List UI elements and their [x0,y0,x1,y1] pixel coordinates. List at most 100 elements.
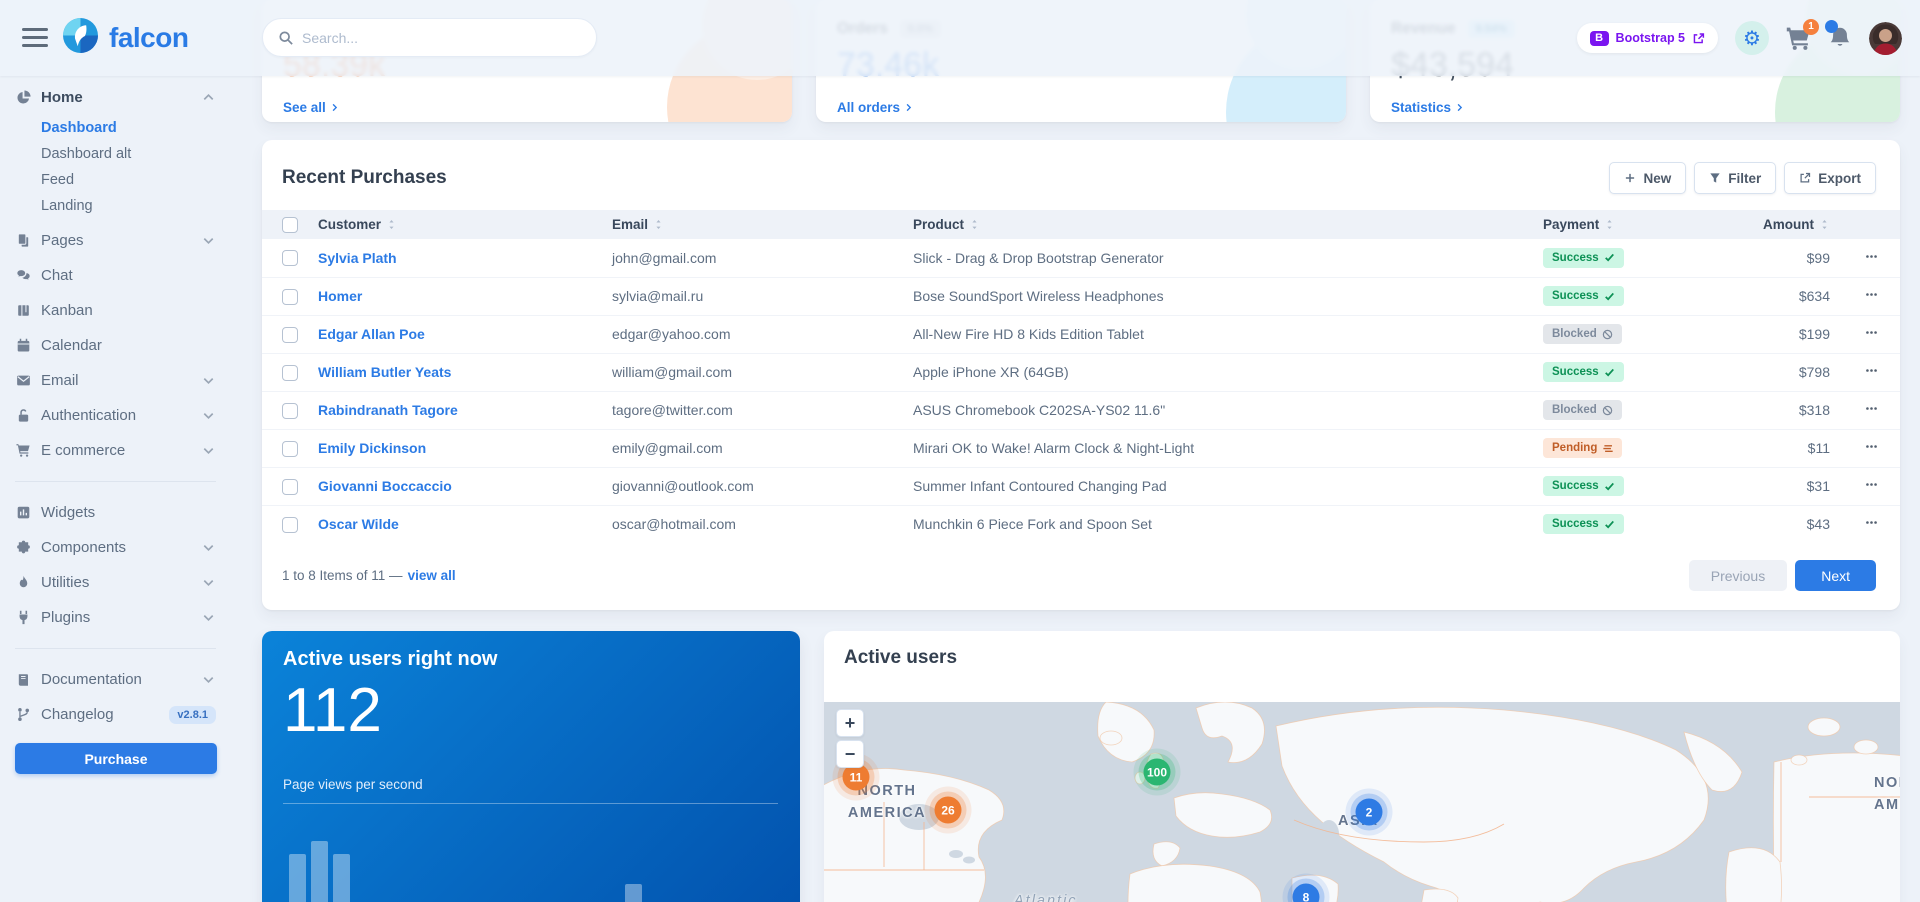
column-header-product[interactable]: Product [913,210,1543,239]
row-checkbox[interactable] [282,479,298,495]
bootstrap5-badge[interactable]: B Bootstrap 5 [1577,23,1718,53]
sidebar-item-kanban[interactable]: Kanban [0,293,230,328]
customer-link[interactable]: William Butler Yeats [318,364,451,380]
row-checkbox[interactable] [282,517,298,533]
sidebar-item-documentation[interactable]: Documentation [0,662,230,697]
customer-link[interactable]: Homer [318,288,362,304]
row-checkbox[interactable] [282,250,298,266]
row-checkbox[interactable] [282,289,298,305]
settings-gear-icon[interactable]: ⚙ [1735,21,1769,55]
stat-card-link[interactable]: See all [283,100,339,115]
payment-status-badge: Blocked [1543,324,1622,344]
export-icon [1799,172,1811,184]
previous-button[interactable]: Previous [1689,560,1787,591]
row-menu-ellipsis-icon[interactable] [1865,364,1878,377]
shopping-cart-button[interactable]: 1 [1786,26,1811,51]
order-amount: $634 [1757,277,1830,315]
sidebar-item-components[interactable]: Components [0,530,230,565]
active-users-now-card: Active users right now 112 Page views pe… [262,631,800,902]
sidebar-item-plugins[interactable]: Plugins [0,600,230,635]
sidebar-item-authentication[interactable]: Authentication [0,398,230,433]
sidebar-item-chat[interactable]: Chat [0,258,230,293]
new-button[interactable]: New [1609,162,1686,194]
ban-icon [1602,329,1613,340]
customer-link[interactable]: Emily Dickinson [318,440,426,456]
purchases-table: CustomerEmailProductPaymentAmount Sylvia… [262,210,1900,543]
customer-link[interactable]: Edgar Allan Poe [318,326,425,342]
stat-link-label: All orders [837,100,900,115]
sidebar-item-landing[interactable]: Landing [0,193,230,219]
column-header-amount[interactable]: Amount [1757,210,1830,239]
filter-button[interactable]: Filter [1694,162,1776,194]
zoom-out-button[interactable]: − [836,740,864,768]
search-icon [279,31,293,45]
stat-card-link[interactable]: All orders [837,100,913,115]
customer-link[interactable]: Sylvia Plath [318,250,397,266]
row-menu-ellipsis-icon[interactable] [1865,516,1878,529]
sidebar-item-label: Documentation [41,671,201,688]
sidebar-item-feed[interactable]: Feed [0,167,230,193]
chevron-down-icon [201,233,216,248]
payment-status-label: Success [1552,518,1599,530]
sidebar-item-dashboard[interactable]: Dashboard [0,115,230,141]
row-menu-ellipsis-icon[interactable] [1865,440,1878,453]
falcon-logo[interactable]: falcon [62,17,188,59]
column-header-email[interactable]: Email [612,210,913,239]
world-map[interactable]: + − 112610028NORTH AMERICAASIAAtlanticNO… [824,702,1900,902]
row-menu-ellipsis-icon[interactable] [1865,326,1878,339]
purchase-button[interactable]: Purchase [15,743,217,774]
row-checkbox[interactable] [282,441,298,457]
puzzle-icon [15,540,32,555]
row-menu-ellipsis-icon[interactable] [1865,402,1878,415]
row-checkbox[interactable] [282,365,298,381]
zoom-in-button[interactable]: + [836,709,864,737]
table-row: William Butler Yeatswilliam@gmail.comApp… [262,353,1900,391]
sidebar-item-email[interactable]: Email [0,363,230,398]
hamburger-menu-icon[interactable] [22,28,48,48]
pagination-summary: 1 to 8 Items of 11 — view all [282,568,459,583]
map-marker[interactable]: 100 [1144,759,1171,786]
page-views-chart [262,631,800,902]
table-row: Homersylvia@mail.ruBose SoundSport Wirel… [262,277,1900,315]
customer-email: tagore@twitter.com [612,391,913,429]
column-header-customer[interactable]: Customer [318,210,612,239]
customer-email: sylvia@mail.ru [612,277,913,315]
customer-link[interactable]: Oscar Wilde [318,516,399,532]
sidebar-item-calendar[interactable]: Calendar [0,328,230,363]
select-all-checkbox[interactable] [282,217,298,233]
notifications-button[interactable] [1828,26,1852,50]
map-marker[interactable]: 2 [1356,799,1383,826]
stat-card-link[interactable]: Statistics [1391,100,1464,115]
sidebar-item-e-commerce[interactable]: E commerce [0,433,230,468]
chart-bar [289,854,306,902]
customer-link[interactable]: Giovanni Boccaccio [318,478,452,494]
sidebar-item-home[interactable]: Home [0,80,230,115]
button-label: New [1643,171,1671,186]
map-marker[interactable]: 26 [935,797,962,824]
row-menu-ellipsis-icon[interactable] [1865,250,1878,263]
sidebar-item-dashboard-alt[interactable]: Dashboard alt [0,141,230,167]
row-menu-ellipsis-icon[interactable] [1865,478,1878,491]
order-amount: $31 [1757,467,1830,505]
sidebar-item-label: Utilities [41,574,201,591]
sidebar-item-changelog[interactable]: Changelogv2.8.1 [0,697,230,732]
column-header-payment[interactable]: Payment [1543,210,1757,239]
poll-icon [15,505,32,520]
user-avatar[interactable] [1869,22,1902,55]
sidebar-item-widgets[interactable]: Widgets [0,495,230,530]
external-link-icon [1692,32,1705,45]
sidebar-item-utilities[interactable]: Utilities [0,565,230,600]
row-checkbox[interactable] [282,327,298,343]
version-badge: v2.8.1 [169,706,216,724]
search-input[interactable] [302,30,580,46]
view-all-link[interactable]: view all [408,568,459,583]
calendar-icon [15,338,32,353]
row-checkbox[interactable] [282,403,298,419]
check-icon [1604,367,1615,378]
row-menu-ellipsis-icon[interactable] [1865,288,1878,301]
sidebar-item-pages[interactable]: Pages [0,223,230,258]
export-button[interactable]: Export [1784,162,1876,194]
next-button[interactable]: Next [1795,560,1876,591]
map-label-north-america-right: NORTH AMERICA [1874,772,1900,817]
customer-link[interactable]: Rabindranath Tagore [318,402,458,418]
